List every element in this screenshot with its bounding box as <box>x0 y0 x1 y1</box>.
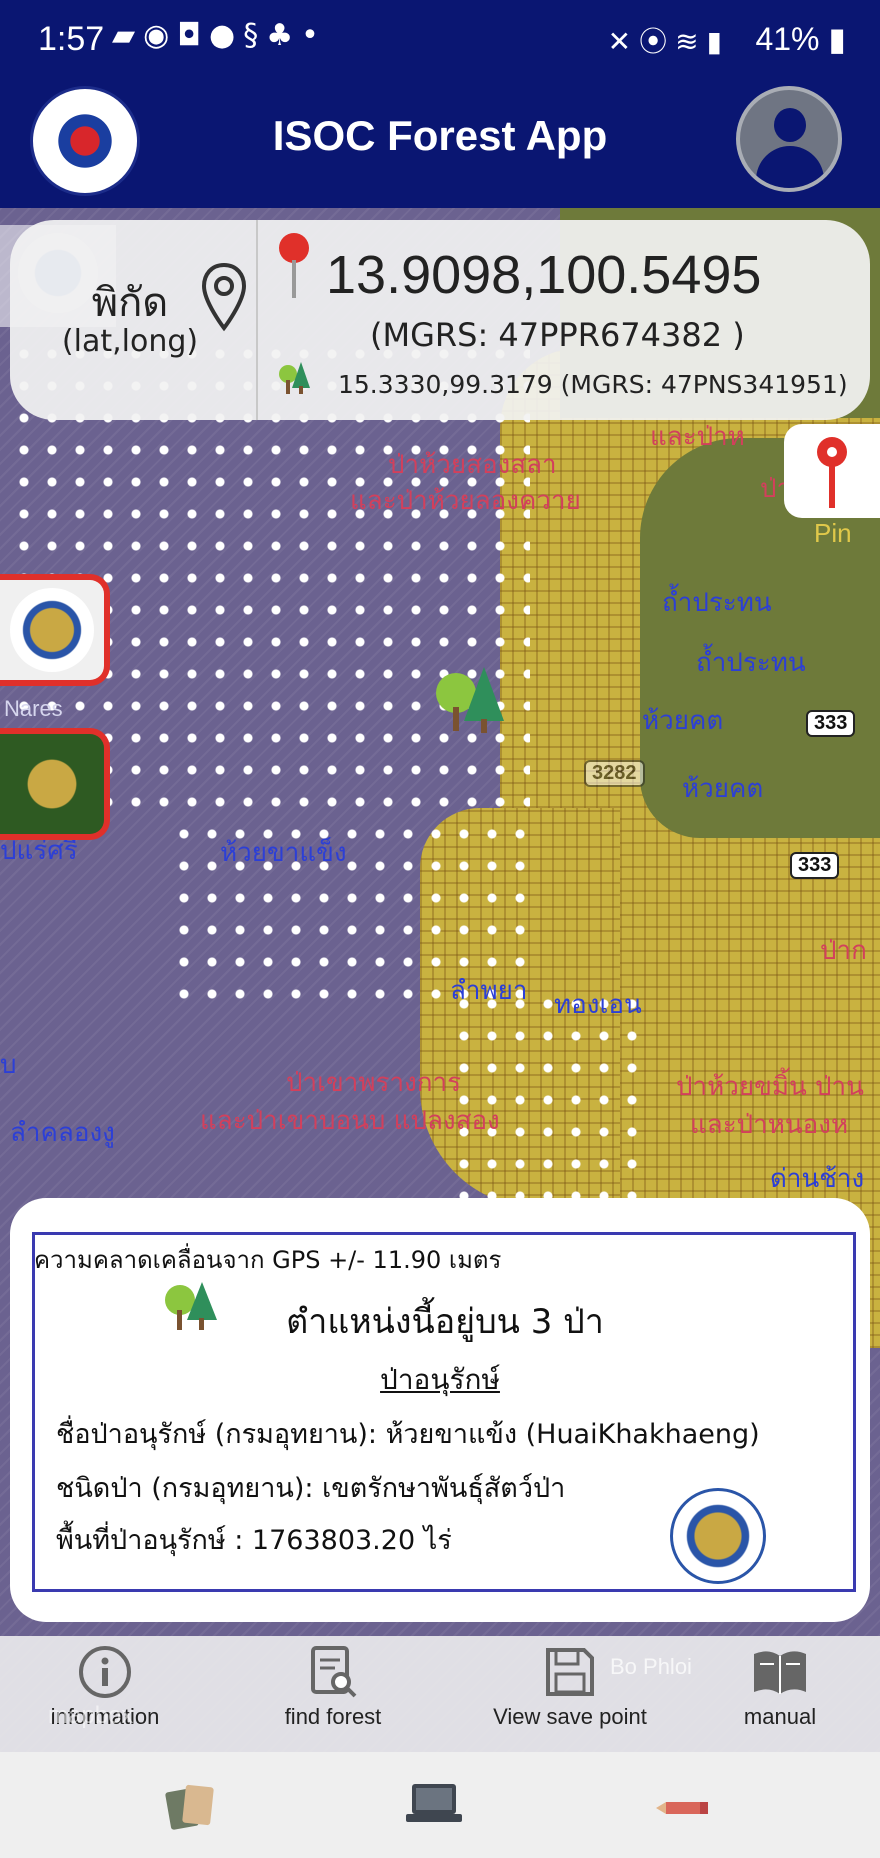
pin-icon <box>817 437 847 508</box>
nav-manual-label: manual <box>743 1704 817 1729</box>
map-label: ทองเอน <box>554 990 642 1020</box>
map-label: ลำคลองงู <box>10 1118 115 1148</box>
road-sign: 333 <box>806 710 856 737</box>
nav-find-forest-label: find forest <box>284 1704 382 1729</box>
map-pin-icon <box>279 233 309 298</box>
forest-name-row: ชื่อป่าอนุรักษ์ (กรมอุทยาน): ห้วยขาแข้ง … <box>56 1419 760 1450</box>
forest-icon <box>279 362 310 394</box>
map-label: และป่าหนองห <box>690 1110 849 1140</box>
mute-icon: ✕ <box>607 25 640 58</box>
coordinate-panel: พิกัด (lat,long) 13.9098,100.5495 (MGRS:… <box>10 220 870 420</box>
road-sign: 3282 <box>584 760 645 787</box>
map-label: ป่าห้วยสองสลา <box>388 450 557 480</box>
road-sign: 333 <box>790 852 840 879</box>
map-label: ห้วยขาแข็ง <box>220 838 347 868</box>
info-icon <box>79 1646 131 1698</box>
avatar-body <box>756 146 824 188</box>
map-label: ถ้ำประทน <box>696 648 806 678</box>
laptop-icon[interactable] <box>404 1774 464 1834</box>
forest-seal-icon <box>10 742 94 826</box>
map-label: Nares <box>4 696 63 721</box>
nav-manual[interactable]: manual <box>700 1636 860 1730</box>
location-pin-icon <box>201 262 247 332</box>
current-coordinate: 13.9098,100.5495 <box>326 245 762 305</box>
find-document-icon <box>311 1646 357 1698</box>
profile-avatar[interactable] <box>736 86 842 192</box>
pencil-icon[interactable] <box>652 1774 712 1834</box>
forest-category-heading: ป่าอนุรักษ์ <box>380 1363 500 1396</box>
signal-icon: ▮ <box>706 25 730 58</box>
map-label: ด่านช้าง <box>770 1164 865 1194</box>
tree-icon: ♣ <box>266 18 302 53</box>
map-label: และป่าห <box>650 422 745 452</box>
battery: 41% ▮ <box>755 20 846 58</box>
forest-count-heading: ตำแหน่งนี้อยู่บน 3 ป่า <box>286 1302 604 1342</box>
mapbox-watermark: mapbox <box>48 1702 134 1729</box>
map-label: และป่าห้วยลองควาย <box>350 486 581 516</box>
map-label: ป่าก <box>820 936 867 966</box>
status-bar: 1:57 ▰◉◘●§♣• ✕⦿≋▮ 41% ▮ <box>0 0 880 82</box>
battery-percent: 41% <box>755 21 820 57</box>
map-label: ห้วยคต <box>682 774 764 804</box>
system-icons: ✕⦿≋▮ <box>608 20 730 60</box>
park-department-layer-button[interactable] <box>0 574 110 686</box>
forest-department-layer-button[interactable] <box>0 728 110 840</box>
line-icon: ◉ <box>143 18 178 53</box>
forest-info-card: ความคลาดเคลื่อนจาก GPS +/- 11.90 เมตร ตำ… <box>10 1198 870 1622</box>
floppy-disk-icon <box>546 1648 594 1696</box>
map-label: บ <box>0 1050 17 1080</box>
instagram-icon: ◘ <box>177 18 209 53</box>
pin-button[interactable] <box>784 424 880 518</box>
map-label: ป่าห้วยขมิ้น ป่าน <box>676 1072 864 1102</box>
books-icon[interactable] <box>162 1774 222 1834</box>
gps-accuracy: ความคลาดเคลื่อนจาก GPS +/- 11.90 เมตร <box>34 1246 502 1274</box>
nav-find-forest[interactable]: find forest <box>248 1636 418 1730</box>
forest-coordinate: 15.3330,99.3179 (MGRS: 47PNS341951) <box>338 370 848 399</box>
forest-type-row: ชนิดป่า (กรมอุทยาน): เขตรักษาพันธุ์สัตว์… <box>56 1473 566 1504</box>
chat-icon: ● <box>209 18 244 53</box>
book-icon <box>754 1651 806 1694</box>
app-icon: § <box>243 18 267 53</box>
avatar-head <box>774 108 806 142</box>
coord-divider <box>256 220 258 420</box>
map-place-label: Bo Phloi <box>610 1654 692 1679</box>
park-department-seal <box>670 1488 766 1584</box>
location-icon: ⦿ <box>639 25 676 58</box>
message-icon: ▰ <box>112 18 144 53</box>
notification-icons: ▰◉◘●§♣• <box>112 18 327 53</box>
forest-area-row: พื้นที่ป่าอนุรักษ์ : 1763803.20 ไร่ <box>56 1525 452 1556</box>
bottom-toolbar <box>0 1752 880 1858</box>
pin-label: Pin <box>814 518 852 548</box>
wifi-icon: ≋ <box>675 25 707 58</box>
map-label: ถ้ำประทน <box>662 588 772 618</box>
map-label: และป่าเขาบอนบ แปลงสอง <box>200 1106 500 1136</box>
forest-marker-icon[interactable] <box>430 663 510 743</box>
status-time: 1:57 <box>38 20 105 58</box>
current-mgrs: (MGRS: 47PPR674382 ) <box>370 316 745 354</box>
map-label: ห้วยคต <box>642 706 724 736</box>
park-seal-icon <box>10 588 94 672</box>
nav-view-save-point-label: View save point <box>493 1704 647 1729</box>
map-label: ลำพยา <box>450 976 528 1006</box>
map-label: ป่าเขาพรางการ <box>286 1068 462 1098</box>
battery-icon: ▮ <box>828 21 846 57</box>
dot-icon: • <box>301 18 327 53</box>
nav-view-save-point[interactable]: View save point <box>470 1636 670 1730</box>
